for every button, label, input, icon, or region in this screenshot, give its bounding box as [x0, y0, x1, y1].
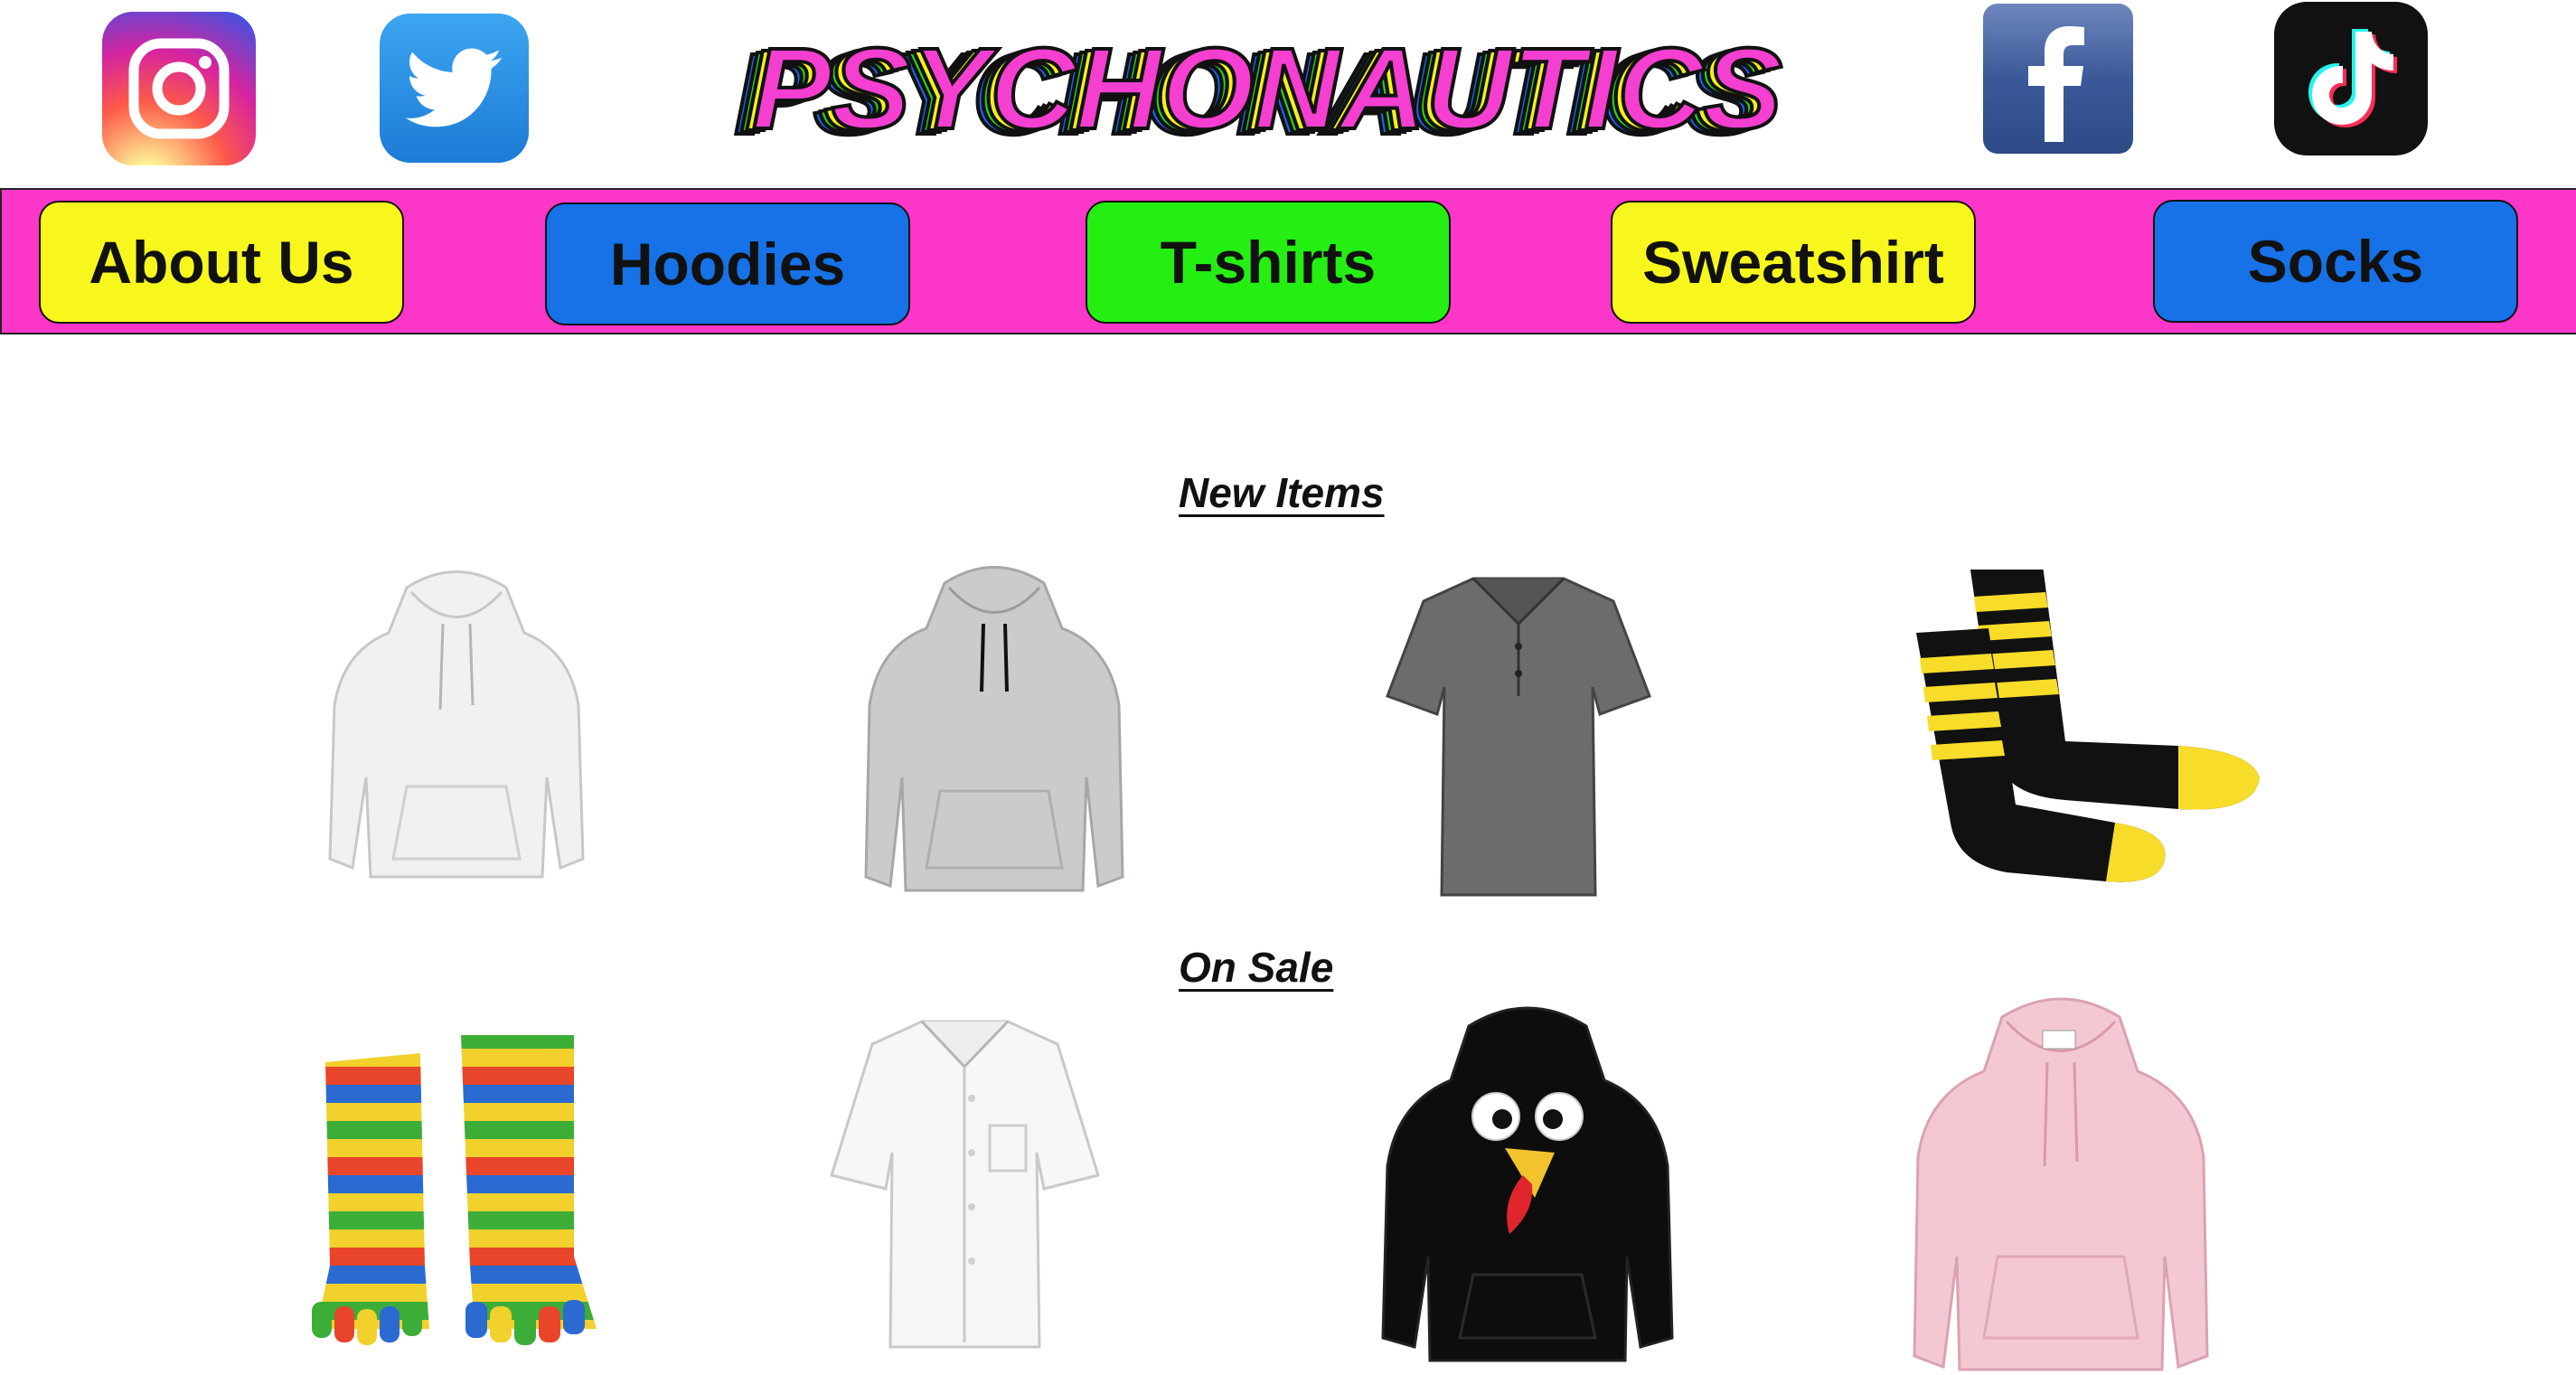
- nav-about-us-button[interactable]: About Us: [39, 201, 404, 324]
- product-rainbow-toe-socks[interactable]: [307, 1031, 606, 1347]
- facebook-icon[interactable]: [1983, 4, 2133, 154]
- nav-socks-button[interactable]: Socks: [2153, 200, 2518, 323]
- product-grey-polo[interactable]: [1383, 570, 1654, 904]
- product-grey-hoodie[interactable]: [859, 560, 1130, 895]
- product-white-shirt[interactable]: [827, 1017, 1103, 1351]
- product-pink-hoodie[interactable]: [1907, 994, 2214, 1374]
- twitter-icon[interactable]: [380, 14, 529, 163]
- product-turkey-hoodie[interactable]: [1374, 1003, 1681, 1365]
- category-navbar: About Us Hoodies T-shirts Sweatshirt Soc…: [0, 188, 2576, 334]
- brand-logo[interactable]: PSYCHONAUTICS PSYCHONAUTICS PSYCHONAUTIC…: [723, 27, 1790, 145]
- nav-sweatshirt-button[interactable]: Sweatshirt: [1611, 201, 1976, 324]
- nav-hoodies-button[interactable]: Hoodies: [545, 202, 910, 325]
- new-items-heading: New Items: [1179, 469, 1385, 516]
- brand-name: PSYCHONAUTICS: [752, 27, 1782, 145]
- product-white-hoodie[interactable]: [321, 560, 592, 886]
- on-sale-heading: On Sale: [1179, 944, 1334, 991]
- tiktok-icon[interactable]: [2274, 2, 2428, 155]
- nav-tshirts-button[interactable]: T-shirts: [1086, 201, 1451, 324]
- instagram-icon[interactable]: [102, 12, 256, 165]
- product-striped-socks[interactable]: [1907, 570, 2260, 904]
